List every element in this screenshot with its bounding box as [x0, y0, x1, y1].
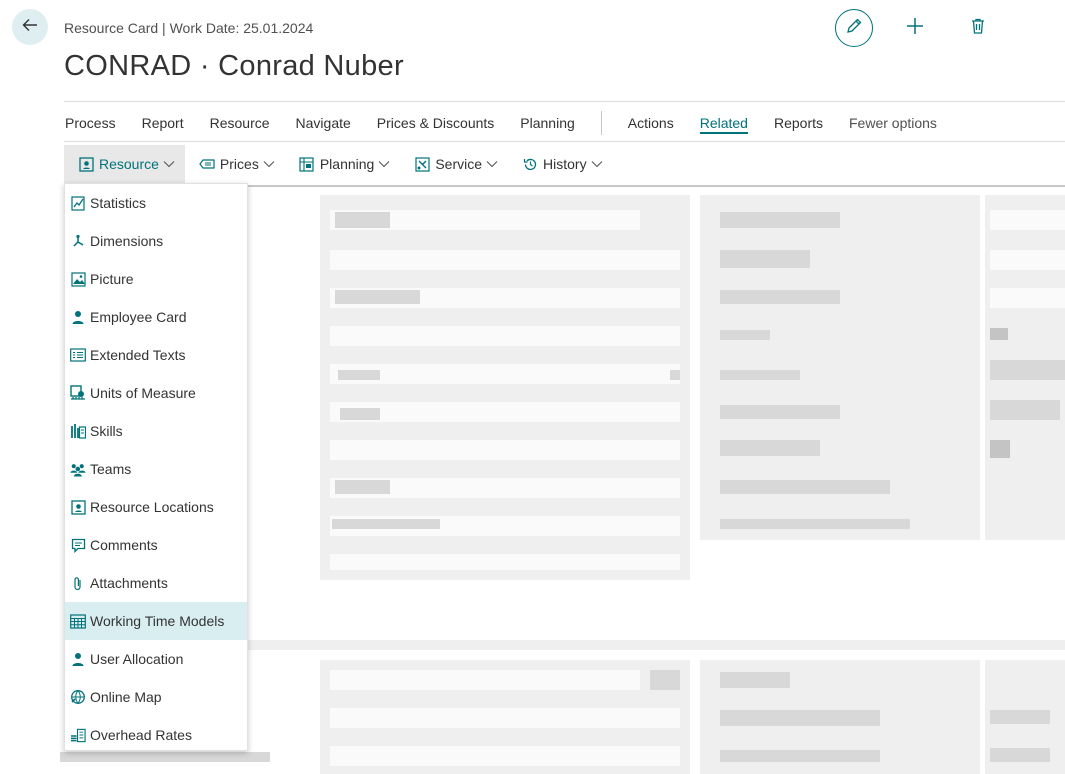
- pencil-icon: [845, 17, 863, 40]
- menu-item-working-time-models[interactable]: Working Time Models: [65, 602, 247, 640]
- menu-separator: [600, 111, 602, 135]
- menu-item-label: Picture: [90, 271, 134, 287]
- menu-divider: [64, 141, 1065, 142]
- submenu-planning[interactable]: Planning: [285, 145, 401, 183]
- submenu-history-label: History: [543, 156, 587, 172]
- menu-item-attachments[interactable]: Attachments: [65, 564, 247, 602]
- submenu-resource[interactable]: Resource: [64, 145, 185, 183]
- text-list-icon: [70, 347, 86, 363]
- planning-icon: [299, 156, 315, 172]
- prices-icon: [199, 156, 215, 172]
- menu-item-label: Comments: [90, 537, 158, 553]
- units-icon: [70, 385, 86, 401]
- person-icon: [70, 309, 86, 325]
- menu-item-label: Extended Texts: [90, 347, 186, 363]
- menu-prices-discounts[interactable]: Prices & Discounts: [377, 114, 494, 134]
- menu-item-extended-texts[interactable]: Extended Texts: [65, 336, 247, 374]
- page-subtitle: Resource Card | Work Date: 25.01.2024: [64, 20, 314, 36]
- chevron-down-icon: [163, 160, 175, 168]
- resource-icon: [78, 156, 94, 172]
- dimensions-icon: [70, 233, 86, 249]
- menu-navigate[interactable]: Navigate: [296, 114, 351, 134]
- submenu-resource-label: Resource: [99, 156, 159, 172]
- header-divider: [64, 101, 1065, 102]
- menu-item-label: Working Time Models: [90, 613, 225, 629]
- page-title: CONRAD · Conrad Nuber: [64, 50, 404, 82]
- paperclip-icon: [70, 575, 86, 591]
- chevron-down-icon: [378, 160, 390, 168]
- service-icon: [414, 156, 430, 172]
- rates-icon: [70, 727, 86, 743]
- menu-item-label: Skills: [90, 423, 123, 439]
- menu-resource[interactable]: Resource: [210, 114, 270, 134]
- menu-item-teams[interactable]: Teams: [65, 450, 247, 488]
- menu-actions[interactable]: Actions: [628, 114, 674, 134]
- menu-item-overhead-rates[interactable]: Overhead Rates: [65, 716, 247, 754]
- menu-item-resource-locations[interactable]: Resource Locations: [65, 488, 247, 526]
- picture-icon: [70, 271, 86, 287]
- menu-item-label: Statistics: [90, 195, 147, 211]
- trash-icon: [969, 17, 987, 40]
- menu-item-statistics[interactable]: Statistics: [65, 184, 247, 222]
- new-button[interactable]: [903, 16, 927, 40]
- resource-dropdown-menu: Statistics Dimensions Picture Employee C…: [64, 183, 248, 751]
- menu-item-comments[interactable]: Comments: [65, 526, 247, 564]
- menu-item-units-of-measure[interactable]: Units of Measure: [65, 374, 247, 412]
- teams-icon: [70, 461, 86, 477]
- menu-item-dimensions[interactable]: Dimensions: [65, 222, 247, 260]
- submenu-history[interactable]: History: [508, 145, 613, 183]
- menu-report[interactable]: Report: [142, 114, 184, 134]
- arrow-left-icon: [21, 16, 39, 39]
- skills-icon: [70, 423, 86, 439]
- delete-button[interactable]: [966, 16, 990, 40]
- resource-location-icon: [70, 499, 86, 515]
- calendar-grid-icon: [70, 613, 86, 629]
- menu-planning[interactable]: Planning: [520, 114, 575, 134]
- menu-item-label: Dimensions: [90, 233, 164, 249]
- menu-item-label: Resource Locations: [90, 499, 214, 515]
- menu-item-label: Teams: [90, 461, 132, 477]
- menu-item-label: Attachments: [90, 575, 168, 591]
- submenu-prices-label: Prices: [219, 156, 259, 172]
- menu-item-label: Overhead Rates: [90, 727, 192, 743]
- menu-item-user-allocation[interactable]: User Allocation: [65, 640, 247, 678]
- menu-item-label: Online Map: [90, 689, 162, 705]
- action-menu-bar: Process Report Resource Navigate Prices …: [65, 111, 963, 135]
- menu-item-skills[interactable]: Skills: [65, 412, 247, 450]
- globe-icon: [70, 689, 86, 705]
- plus-icon: [905, 16, 925, 41]
- submenu-planning-label: Planning: [319, 156, 375, 172]
- submenu-service[interactable]: Service: [400, 145, 508, 183]
- statistics-icon: [70, 195, 86, 211]
- menu-item-employee-card[interactable]: Employee Card: [65, 298, 247, 336]
- menu-item-online-map[interactable]: Online Map: [65, 678, 247, 716]
- history-icon: [522, 156, 538, 172]
- submenu-service-label: Service: [435, 156, 483, 172]
- chevron-down-icon: [486, 160, 498, 168]
- menu-fewer-options[interactable]: Fewer options: [849, 114, 937, 134]
- menu-item-label: Employee Card: [90, 309, 187, 325]
- back-button[interactable]: [12, 9, 48, 45]
- submenu-prices[interactable]: Prices: [185, 145, 285, 183]
- edit-button[interactable]: [835, 9, 873, 47]
- content-divider: [248, 185, 1065, 187]
- comment-icon: [70, 537, 86, 553]
- menu-process[interactable]: Process: [65, 114, 116, 134]
- person-icon: [70, 651, 86, 667]
- menu-item-label: User Allocation: [90, 651, 184, 667]
- related-submenu-bar: Resource Prices Planning Service History: [64, 145, 613, 183]
- menu-item-label: Units of Measure: [90, 385, 196, 401]
- chevron-down-icon: [591, 160, 603, 168]
- menu-item-picture[interactable]: Picture: [65, 260, 247, 298]
- menu-reports[interactable]: Reports: [774, 114, 823, 134]
- chevron-down-icon: [263, 160, 275, 168]
- menu-related[interactable]: Related: [699, 114, 748, 134]
